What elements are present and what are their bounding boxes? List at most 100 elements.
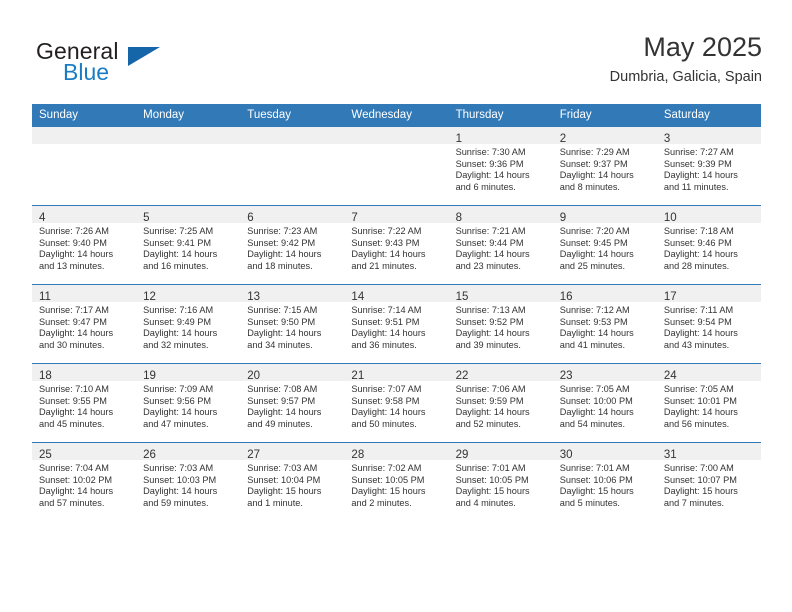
daylight-duration-line1: Daylight: 14 hours (143, 486, 218, 497)
weekday-header-thursday: Thursday (448, 104, 553, 127)
calendar-day-cell[interactable]: 13 Sunrise: 7:15 AM Sunset: 9:50 PM Dayligh… (240, 284, 345, 364)
weekday-header-friday: Friday (552, 104, 657, 127)
sunset-time: Sunset: 10:01 PM (663, 395, 737, 406)
day-details (32, 144, 136, 147)
daylight-duration-line1: Daylight: 14 hours (559, 249, 634, 260)
day-cell-inner: 1 Sunrise: 7:30 AM Sunset: 9:36 PM Daylight… (448, 127, 553, 205)
daylight-duration-line1: Daylight: 14 hours (143, 328, 218, 339)
calendar-day-cell[interactable]: 22 Sunrise: 7:06 AM Sunset: 9:59 PM Dayligh… (448, 363, 553, 443)
day-number-band (240, 127, 345, 144)
day-cell-inner: 24 Sunrise: 7:05 AM Sunset: 10:01 PM Daylig… (656, 364, 761, 442)
day-cell-inner: 19 Sunrise: 7:09 AM Sunset: 9:56 PM Dayligh… (136, 364, 241, 442)
calendar-day-cell[interactable]: 29 Sunrise: 7:01 AM Sunset: 10:05 PM Daylig… (448, 442, 553, 521)
brand-logo[interactable]: General Blue (32, 38, 262, 96)
calendar-day-cell[interactable]: 30 Sunrise: 7:01 AM Sunset: 10:06 PM Daylig… (552, 442, 657, 521)
calendar-day-cell-empty (136, 126, 241, 206)
daylight-duration-line2: and 52 minutes. (455, 418, 521, 429)
sunset-time: Sunset: 10:03 PM (143, 474, 217, 485)
daylight-duration-line2: and 8 minutes. (559, 181, 620, 192)
day-number-band: 7 (344, 206, 449, 224)
calendar-day-cell[interactable]: 10 Sunrise: 7:18 AM Sunset: 9:46 PM Dayligh… (656, 205, 761, 285)
calendar-day-cell[interactable]: 19 Sunrise: 7:09 AM Sunset: 9:56 PM Dayligh… (136, 363, 241, 443)
calendar-day-cell[interactable]: 23 Sunrise: 7:05 AM Sunset: 10:00 PM Daylig… (552, 363, 657, 443)
day-cell-inner: 4 Sunrise: 7:26 AM Sunset: 9:40 PM Daylight… (32, 206, 137, 284)
weekday-header-monday: Monday (136, 104, 241, 127)
daylight-duration-line1: Daylight: 15 hours (455, 486, 530, 497)
sunset-time: Sunset: 10:02 PM (39, 474, 113, 485)
calendar-day-cell-empty (240, 126, 345, 206)
day-cell-inner: 7 Sunrise: 7:22 AM Sunset: 9:43 PM Daylight… (344, 206, 449, 284)
calendar-day-cell[interactable]: 5 Sunrise: 7:25 AM Sunset: 9:41 PM Daylight… (136, 205, 241, 285)
calendar-day-cell[interactable]: 9 Sunrise: 7:20 AM Sunset: 9:45 PM Daylight… (552, 205, 657, 285)
sunrise-time: Sunrise: 7:27 AM (663, 147, 734, 157)
calendar-day-cell[interactable]: 8 Sunrise: 7:21 AM Sunset: 9:44 PM Daylight… (448, 205, 553, 285)
sunrise-time: Sunrise: 7:13 AM (455, 305, 526, 315)
calendar-day-cell[interactable]: 11 Sunrise: 7:17 AM Sunset: 9:47 PM Dayligh… (32, 284, 137, 364)
day-number: 8 (455, 212, 462, 224)
daylight-duration-line2: and 5 minutes. (559, 497, 620, 508)
daylight-duration-line2: and 47 minutes. (143, 418, 209, 429)
daylight-duration-line1: Daylight: 15 hours (351, 486, 426, 497)
sunrise-time: Sunrise: 7:09 AM (143, 384, 214, 394)
sunset-time: Sunset: 10:07 PM (663, 474, 737, 485)
day-cell-inner (32, 127, 137, 205)
calendar-day-cell[interactable]: 6 Sunrise: 7:23 AM Sunset: 9:42 PM Daylight… (240, 205, 345, 285)
day-details: Sunrise: 7:30 AM Sunset: 9:36 PM Daylight:… (449, 144, 553, 193)
calendar-day-cell[interactable]: 14 Sunrise: 7:14 AM Sunset: 9:51 PM Dayligh… (344, 284, 449, 364)
day-details (344, 144, 448, 147)
calendar-day-cell[interactable]: 18 Sunrise: 7:10 AM Sunset: 9:55 PM Dayligh… (32, 363, 137, 443)
day-details: Sunrise: 7:07 AM Sunset: 9:58 PM Daylight:… (344, 381, 448, 430)
calendar-day-cell[interactable]: 3 Sunrise: 7:27 AM Sunset: 9:39 PM Daylight… (656, 126, 761, 206)
calendar-day-cell[interactable]: 15 Sunrise: 7:13 AM Sunset: 9:52 PM Dayligh… (448, 284, 553, 364)
calendar-day-cell[interactable]: 31 Sunrise: 7:00 AM Sunset: 10:07 PM Daylig… (656, 442, 761, 521)
calendar-day-cell[interactable]: 7 Sunrise: 7:22 AM Sunset: 9:43 PM Daylight… (344, 205, 449, 285)
daylight-duration-line1: Daylight: 14 hours (455, 407, 530, 418)
sunset-time: Sunset: 9:42 PM (247, 237, 316, 248)
day-number-band: 5 (136, 206, 241, 224)
day-number-band: 3 (656, 127, 761, 145)
calendar-day-cell[interactable]: 21 Sunrise: 7:07 AM Sunset: 9:58 PM Dayligh… (344, 363, 449, 443)
calendar-day-cell[interactable]: 2 Sunrise: 7:29 AM Sunset: 9:37 PM Daylight… (552, 126, 657, 206)
calendar-day-cell[interactable]: 1 Sunrise: 7:30 AM Sunset: 9:36 PM Daylight… (448, 126, 553, 206)
daylight-duration-line1: Daylight: 14 hours (39, 249, 114, 260)
day-details: Sunrise: 7:26 AM Sunset: 9:40 PM Daylight:… (32, 223, 136, 272)
day-details: Sunrise: 7:25 AM Sunset: 9:41 PM Daylight:… (136, 223, 240, 272)
calendar-day-cell[interactable]: 12 Sunrise: 7:16 AM Sunset: 9:49 PM Dayligh… (136, 284, 241, 364)
calendar-day-cell[interactable]: 20 Sunrise: 7:08 AM Sunset: 9:57 PM Dayligh… (240, 363, 345, 443)
calendar-day-cell[interactable]: 17 Sunrise: 7:11 AM Sunset: 9:54 PM Dayligh… (656, 284, 761, 364)
page-title: May 2025 (643, 32, 762, 62)
day-cell-inner: 6 Sunrise: 7:23 AM Sunset: 9:42 PM Daylight… (240, 206, 345, 284)
title-block: May 2025 Dumbria, Galicia, Spain (610, 30, 762, 88)
day-cell-inner (344, 127, 449, 205)
daylight-duration-line1: Daylight: 14 hours (351, 407, 426, 418)
sunrise-time: Sunrise: 7:01 AM (455, 463, 526, 473)
daylight-duration-line1: Daylight: 14 hours (663, 170, 738, 181)
day-cell-inner: 15 Sunrise: 7:13 AM Sunset: 9:52 PM Dayligh… (448, 285, 553, 363)
day-details: Sunrise: 7:01 AM Sunset: 10:05 PM Daylight… (449, 460, 553, 509)
calendar-day-cell[interactable]: 26 Sunrise: 7:03 AM Sunset: 10:03 PM Daylig… (136, 442, 241, 521)
calendar-day-cell[interactable]: 16 Sunrise: 7:12 AM Sunset: 9:53 PM Dayligh… (552, 284, 657, 364)
daylight-duration-line2: and 32 minutes. (143, 339, 209, 350)
day-number: 28 (351, 449, 365, 461)
day-details: Sunrise: 7:22 AM Sunset: 9:43 PM Daylight:… (344, 223, 448, 272)
weekday-header-wednesday: Wednesday (344, 104, 449, 127)
daylight-duration-line1: Daylight: 14 hours (351, 328, 426, 339)
day-details: Sunrise: 7:03 AM Sunset: 10:04 PM Daylight… (240, 460, 344, 509)
day-number: 24 (663, 370, 677, 382)
daylight-duration-line2: and 13 minutes. (39, 260, 105, 271)
calendar-day-cell[interactable]: 28 Sunrise: 7:02 AM Sunset: 10:05 PM Daylig… (344, 442, 449, 521)
calendar-day-cell[interactable]: 4 Sunrise: 7:26 AM Sunset: 9:40 PM Daylight… (32, 205, 137, 285)
day-details (240, 144, 344, 147)
calendar-day-cell[interactable]: 24 Sunrise: 7:05 AM Sunset: 10:01 PM Daylig… (656, 363, 761, 443)
calendar-day-cell[interactable]: 27 Sunrise: 7:03 AM Sunset: 10:04 PM Daylig… (240, 442, 345, 521)
calendar-day-cell[interactable]: 25 Sunrise: 7:04 AM Sunset: 10:02 PM Daylig… (32, 442, 137, 521)
day-details: Sunrise: 7:06 AM Sunset: 9:59 PM Daylight:… (449, 381, 553, 430)
daylight-duration-line2: and 21 minutes. (351, 260, 417, 271)
calendar-week-row: 4 Sunrise: 7:26 AM Sunset: 9:40 PM Daylight… (32, 205, 761, 285)
calendar-week-row: 25 Sunrise: 7:04 AM Sunset: 10:02 PM Daylig… (32, 442, 761, 521)
daylight-duration-line2: and 4 minutes. (455, 497, 516, 508)
daylight-duration-line1: Daylight: 14 hours (39, 328, 114, 339)
day-details: Sunrise: 7:08 AM Sunset: 9:57 PM Daylight:… (240, 381, 344, 430)
day-cell-inner (136, 127, 241, 205)
sunrise-time: Sunrise: 7:20 AM (559, 226, 630, 236)
